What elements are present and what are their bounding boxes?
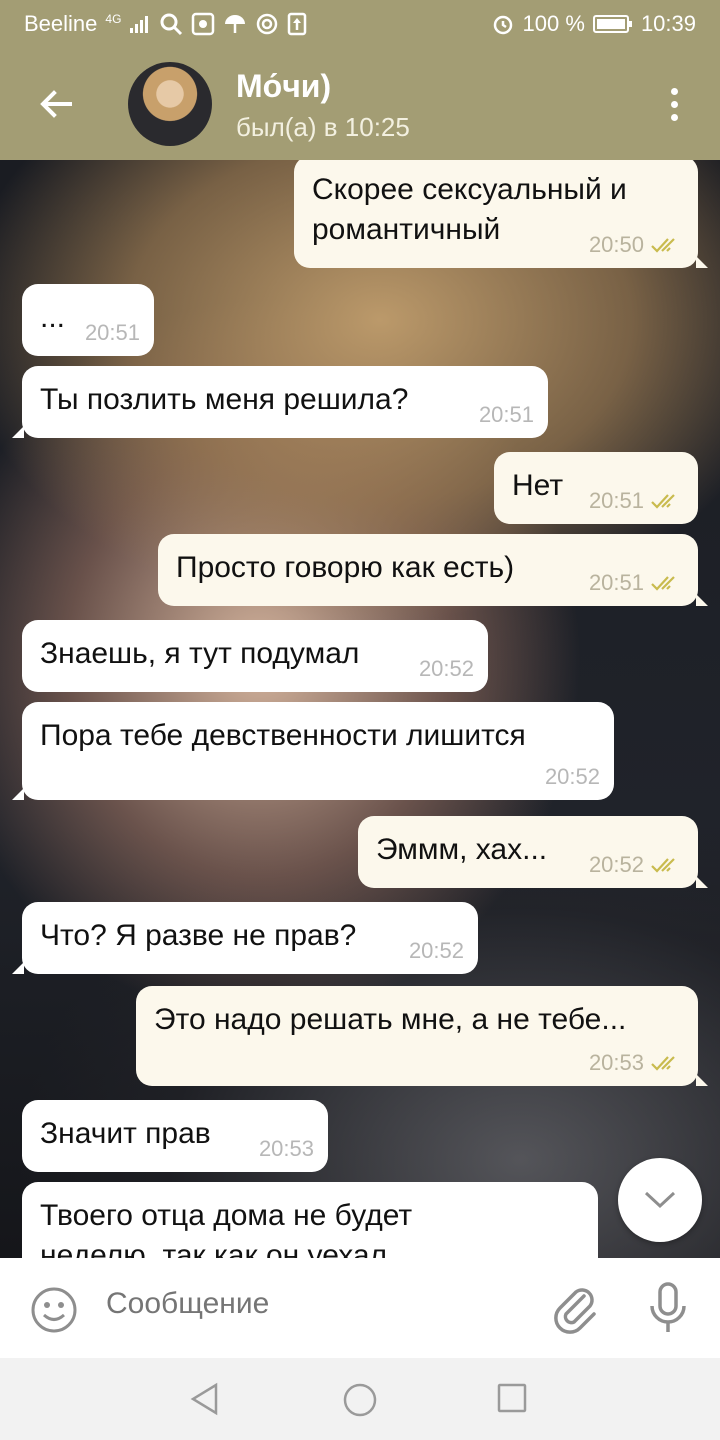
- arrow-left-icon: [40, 90, 72, 118]
- message-text: Твоего отца дома не будет неделю, так ка…: [40, 1199, 413, 1258]
- image-icon: [192, 12, 215, 36]
- message-text: Знаешь, я тут подумал: [40, 637, 360, 670]
- scroll-to-bottom-button[interactable]: [618, 1158, 702, 1242]
- emoji-button[interactable]: [30, 1286, 78, 1339]
- nav-home-button[interactable]: [342, 1382, 378, 1423]
- more-menu-button[interactable]: [654, 78, 694, 130]
- circle-home-icon: [343, 1383, 377, 1417]
- upload-icon: [288, 12, 307, 36]
- double-check-icon: [651, 858, 675, 873]
- square-recents-icon: [497, 1383, 527, 1413]
- voice-record-button[interactable]: [648, 1282, 688, 1339]
- message-outgoing[interactable]: Просто говорю как есть) 20:51: [158, 534, 708, 606]
- smile-icon: [31, 1287, 77, 1333]
- avatar[interactable]: [128, 62, 212, 146]
- clock: 10:39: [640, 11, 696, 36]
- message-incoming[interactable]: Что? Я разве не прав? 20:52: [12, 902, 478, 974]
- message-outgoing[interactable]: Это надо решать мне, а не тебе... 20:53: [136, 986, 708, 1086]
- nav-recents-button[interactable]: [496, 1382, 528, 1419]
- message-composer: [0, 1258, 720, 1358]
- chat-header: Мо́чи) был(а) в 10:25: [0, 48, 720, 160]
- chat-area[interactable]: Скорее сексуальный и романтичный 20:50 .…: [0, 160, 720, 1258]
- message-time: 20:52: [408, 938, 464, 963]
- double-check-icon: [651, 1056, 675, 1071]
- battery-percent: 100 %: [522, 11, 585, 36]
- message-text: Что? Я разве не прав?: [40, 919, 357, 952]
- message-time: 20:50: [588, 232, 644, 257]
- battery-icon: [592, 15, 632, 33]
- at-sign-icon: [257, 13, 278, 35]
- back-button[interactable]: [26, 74, 86, 134]
- system-nav-bar: [0, 1358, 720, 1440]
- carrier-name: Beeline: [24, 11, 98, 36]
- message-time: 20:52: [544, 764, 600, 789]
- network-type: 4G: [105, 12, 122, 26]
- microphone-icon: [650, 1282, 686, 1332]
- last-seen: был(а) в 10:25: [236, 112, 410, 142]
- message-incoming[interactable]: Ты позлить меня решила? 20:51: [12, 366, 548, 438]
- message-text: Ты позлить меня решила?: [40, 383, 409, 416]
- message-time: 20:52: [588, 852, 644, 877]
- nav-back-button[interactable]: [188, 1382, 222, 1421]
- paperclip-icon: [554, 1288, 596, 1334]
- message-time: 20:51: [588, 570, 644, 595]
- message-outgoing[interactable]: Нет 20:51: [494, 452, 698, 524]
- message-input[interactable]: [104, 1286, 528, 1322]
- message-text: Пора тебе девственности лишится: [40, 719, 526, 752]
- double-check-icon: [651, 238, 675, 253]
- attach-button[interactable]: [552, 1284, 600, 1339]
- message-outgoing[interactable]: Эммм, хах... 20:52: [358, 816, 708, 888]
- message-text: Это надо решать мне, а не тебе...: [154, 1003, 627, 1036]
- message-time: 20:51: [588, 488, 644, 513]
- umbrella-icon: [225, 15, 246, 33]
- alarm-icon: [493, 15, 512, 35]
- signal-icon: [130, 16, 149, 33]
- message-time: 20:51: [84, 320, 140, 345]
- status-bar: Beeline 4G 100 % 10:39: [0, 0, 720, 48]
- message-incoming[interactable]: ... 20:51: [22, 284, 154, 356]
- message-time: 20:51: [478, 402, 534, 427]
- search-icon: [160, 13, 183, 36]
- contact-name[interactable]: Мо́чи): [236, 68, 331, 105]
- message-time: 20:52: [418, 656, 474, 681]
- message-incoming[interactable]: Пора тебе девственности лишится 20:52: [12, 702, 614, 800]
- double-check-icon: [651, 576, 675, 591]
- message-time: 20:53: [258, 1136, 314, 1161]
- message-incoming[interactable]: Значит прав 20:53: [22, 1100, 328, 1172]
- more-vertical-icon: [670, 87, 678, 95]
- double-check-icon: [651, 494, 675, 509]
- chevron-down-icon: [644, 1191, 676, 1209]
- message-outgoing[interactable]: Скорее сексуальный и романтичный 20:50: [294, 160, 708, 268]
- triangle-back-icon: [190, 1382, 218, 1416]
- message-time: 20:53: [588, 1050, 644, 1075]
- message-incoming[interactable]: Знаешь, я тут подумал 20:52: [22, 620, 488, 692]
- message-incoming[interactable]: Твоего отца дома не будет неделю, так ка…: [22, 1182, 598, 1258]
